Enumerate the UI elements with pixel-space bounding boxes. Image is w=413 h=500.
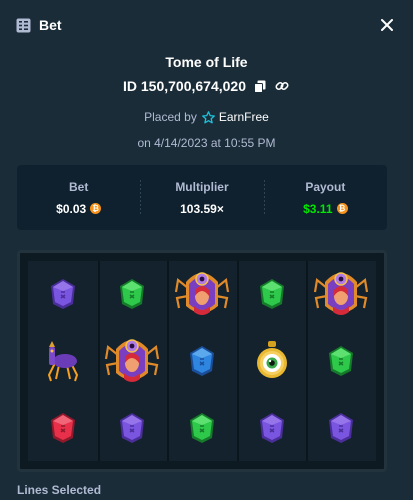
close-button[interactable] bbox=[377, 15, 397, 35]
copy-icon[interactable] bbox=[252, 78, 268, 94]
purple-gem-icon bbox=[326, 411, 356, 445]
bitcoin-coin-icon: ₿ bbox=[90, 203, 102, 214]
reel-cell bbox=[306, 261, 376, 328]
slot-reels bbox=[17, 250, 387, 472]
close-icon bbox=[381, 19, 393, 31]
placed-by-row: Placed by EarnFree bbox=[0, 110, 413, 124]
reel-cell bbox=[28, 394, 98, 461]
green-gem-icon bbox=[117, 277, 147, 311]
reel-cell bbox=[167, 394, 237, 461]
multiplier-value: 103.59× bbox=[180, 201, 224, 216]
bet-id-row: ID 150,700,674,020 bbox=[0, 78, 413, 94]
reel-cell bbox=[98, 394, 168, 461]
reels-grid bbox=[28, 261, 376, 461]
reel-cell bbox=[237, 261, 307, 328]
stat-multiplier: Multiplier 103.59× bbox=[140, 165, 263, 230]
stat-payout: Payout $3.11 ₿ bbox=[263, 165, 387, 230]
red-gem-icon bbox=[48, 411, 78, 445]
spider-priestess-icon bbox=[313, 266, 369, 322]
bet-id: ID 150,700,674,020 bbox=[123, 78, 246, 94]
spider-priestess-icon bbox=[174, 266, 230, 322]
star-badge-icon bbox=[201, 110, 215, 123]
reel-divider bbox=[167, 261, 170, 461]
payout-value-row: $3.11 ₿ bbox=[303, 201, 348, 216]
modal-header: Bet bbox=[0, 0, 413, 50]
reel-cell bbox=[306, 328, 376, 395]
blue-gem-icon bbox=[187, 344, 217, 378]
reel-cell bbox=[167, 261, 237, 328]
reel-cell bbox=[237, 328, 307, 395]
reel-cell bbox=[237, 394, 307, 461]
purple-gem-icon bbox=[48, 277, 78, 311]
purple-spider-beast-icon bbox=[43, 339, 83, 383]
green-gem-icon bbox=[187, 411, 217, 445]
purple-gem-icon bbox=[117, 411, 147, 445]
bet-slip-icon bbox=[16, 18, 31, 33]
reel-divider bbox=[97, 261, 100, 461]
reel-cell bbox=[28, 328, 98, 395]
reel-divider bbox=[306, 261, 309, 461]
reel-divider bbox=[236, 261, 239, 461]
header-left: Bet bbox=[16, 17, 62, 33]
multiplier-label: Multiplier bbox=[175, 179, 229, 194]
green-gem-icon bbox=[326, 344, 356, 378]
purple-gem-icon bbox=[257, 411, 287, 445]
reel-cell bbox=[167, 328, 237, 395]
bet-amount: $0.03 bbox=[56, 201, 87, 216]
payout-amount: $3.11 bbox=[303, 201, 333, 216]
bet-stats-panel: Bet $0.03 ₿ Multiplier 103.59× Payout $3… bbox=[17, 165, 387, 230]
bet-label: Bet bbox=[68, 179, 89, 194]
placed-by-label: Placed by bbox=[144, 110, 197, 124]
reel-cell bbox=[98, 261, 168, 328]
reel-cell bbox=[306, 394, 376, 461]
placed-by-user[interactable]: EarnFree bbox=[201, 110, 269, 124]
green-gem-icon bbox=[257, 277, 287, 311]
modal-title: Bet bbox=[39, 17, 62, 33]
payout-label: Payout bbox=[305, 179, 346, 194]
lines-selected-label: Lines Selected bbox=[17, 483, 102, 497]
reel-cell bbox=[28, 261, 98, 328]
link-icon[interactable] bbox=[274, 78, 290, 94]
placed-by-username[interactable]: EarnFree bbox=[219, 110, 269, 124]
spider-priestess-icon bbox=[104, 333, 160, 389]
bet-date: on 4/14/2023 at 10:55 PM bbox=[137, 136, 276, 150]
bitcoin-coin-icon: ₿ bbox=[336, 203, 348, 214]
reel-cell bbox=[98, 328, 168, 395]
stat-bet: Bet $0.03 ₿ bbox=[17, 165, 140, 230]
golden-eye-amulet-icon bbox=[252, 339, 292, 383]
game-title[interactable]: Tome of Life bbox=[0, 54, 413, 70]
bet-value-row: $0.03 ₿ bbox=[56, 201, 102, 216]
